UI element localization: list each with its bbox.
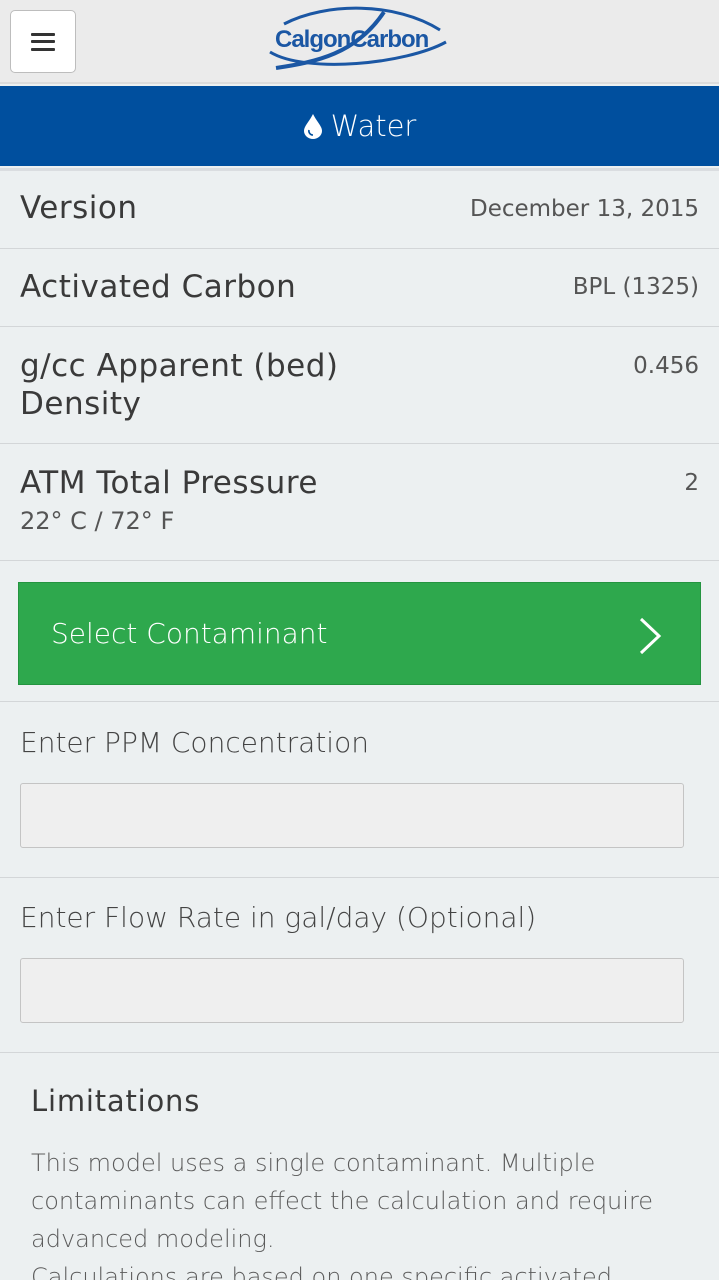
version-value: December 13, 2015 [469,196,699,222]
density-row: g/cc Apparent (bed) Density 0.456 [0,327,719,444]
limitations-paragraph: Calculations are based on one specific a… [31,1263,612,1280]
density-label-line2: Density [20,386,142,422]
density-value: 0.456 [633,353,699,379]
activated-carbon-value: BPL (1325) [572,274,699,300]
density-label-line1: g/cc Apparent (bed) [20,348,339,384]
page-title-bar: Water [0,86,719,166]
pressure-value: 2 [684,470,699,496]
limitations-heading: Limitations [31,1084,201,1118]
limitations-text: This model uses a single contaminant. Mu… [31,1144,691,1280]
divider [0,1052,719,1053]
select-contaminant-button[interactable]: Select Contaminant [18,582,701,685]
pressure-row: ATM Total Pressure 22° C / 72° F 2 [0,444,719,561]
activated-carbon-label: Activated Carbon [20,269,297,305]
temperature-label: 22° C / 72° F [20,507,175,535]
limitations-paragraph: This model uses a single contaminant. Mu… [31,1149,654,1253]
app-header: CalgonCarbon [0,0,719,84]
flow-rate-label: Enter Flow Rate in gal/day (Optional) [20,901,537,934]
flow-rate-input[interactable] [20,958,684,1023]
activated-carbon-row: Activated Carbon BPL (1325) [0,249,719,327]
ppm-concentration-label: Enter PPM Concentration [20,726,369,759]
divider [0,877,719,878]
page-title: Water [330,109,417,143]
pressure-label: ATM Total Pressure [20,465,318,501]
select-contaminant-label: Select Contaminant [51,617,328,650]
ppm-concentration-input[interactable] [20,783,684,848]
menu-button[interactable] [10,10,76,73]
version-label: Version [20,190,138,226]
calgon-carbon-logo: CalgonCarbon [266,4,456,76]
divider [0,701,719,702]
version-row: Version December 13, 2015 [0,171,719,249]
chevron-right-icon [639,617,662,655]
hamburger-menu-icon [31,32,55,51]
water-drop-icon [303,114,322,139]
logo-text: CalgonCarbon [275,26,429,53]
